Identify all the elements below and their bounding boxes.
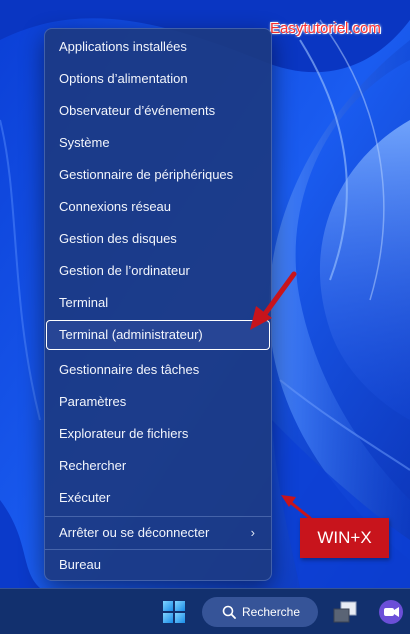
chat-icon[interactable] <box>378 599 404 625</box>
menu-separator <box>45 516 271 517</box>
search-label: Recherche <box>242 605 301 619</box>
taskbar: Recherche <box>0 588 410 634</box>
menu-item-label: Gestionnaire de périphériques <box>59 167 234 182</box>
chevron-right-icon: › <box>250 525 255 540</box>
menu-item-device-manager[interactable]: Gestionnaire de périphériques <box>45 160 271 190</box>
menu-item-run[interactable]: Exécuter <box>45 483 271 513</box>
menu-item-task-manager[interactable]: Gestionnaire des tâches <box>45 355 271 385</box>
menu-item-terminal-admin[interactable]: Terminal (administrateur) <box>46 320 270 350</box>
menu-item-computer-management[interactable]: Gestion de l’ordinateur <box>45 256 271 286</box>
windows-start-icon[interactable] <box>163 601 185 623</box>
menu-item-disk-management[interactable]: Gestion des disques <box>45 224 271 254</box>
menu-item-label: Gestionnaire des tâches <box>59 362 200 377</box>
menu-item-label: Terminal <box>59 295 109 310</box>
menu-item-label: Terminal (administrateur) <box>59 327 203 342</box>
menu-item-label: Rechercher <box>59 458 127 473</box>
menu-item-label: Options d’alimentation <box>59 71 188 86</box>
menu-item-label: Connexions réseau <box>59 199 172 214</box>
menu-item-label: Explorateur de fichiers <box>59 426 189 441</box>
menu-item-event-viewer[interactable]: Observateur d’événements <box>45 96 271 126</box>
menu-item-label: Gestion de l’ordinateur <box>59 263 190 278</box>
menu-item-label: Exécuter <box>59 490 111 505</box>
menu-item-label: Gestion des disques <box>59 231 177 246</box>
watermark-text: Easytutoriel.com <box>270 20 381 37</box>
menu-item-label: Applications installées <box>59 39 187 54</box>
desktop-screen: Easytutoriel.com Applications installées… <box>0 0 410 634</box>
menu-item-desktop[interactable]: Bureau <box>45 550 271 580</box>
menu-item-file-explorer[interactable]: Explorateur de fichiers <box>45 419 271 449</box>
menu-item-search[interactable]: Rechercher <box>45 451 271 481</box>
search-icon <box>222 605 236 619</box>
menu-item-label: Arrêter ou se déconnecter <box>59 525 210 540</box>
winx-context-menu: Applications installées Options d’alimen… <box>44 28 272 581</box>
taskbar-search-box[interactable]: Recherche <box>202 597 318 627</box>
menu-item-settings[interactable]: Paramètres <box>45 387 271 417</box>
menu-item-terminal[interactable]: Terminal <box>45 288 271 318</box>
menu-item-label: Paramètres <box>59 394 127 409</box>
menu-item-label: Système <box>59 135 110 150</box>
menu-item-shutdown-signout[interactable]: Arrêter ou se déconnecter › <box>45 518 271 548</box>
menu-item-label: Bureau <box>59 557 101 572</box>
menu-item-installed-apps[interactable]: Applications installées <box>45 32 271 62</box>
menu-item-label: Observateur d’événements <box>59 103 216 118</box>
menu-item-power-options[interactable]: Options d’alimentation <box>45 64 271 94</box>
task-view-icon[interactable] <box>333 601 357 623</box>
menu-item-network-connections[interactable]: Connexions réseau <box>45 192 271 222</box>
menu-item-system[interactable]: Système <box>45 128 271 158</box>
winx-badge: WIN+X <box>300 518 389 558</box>
